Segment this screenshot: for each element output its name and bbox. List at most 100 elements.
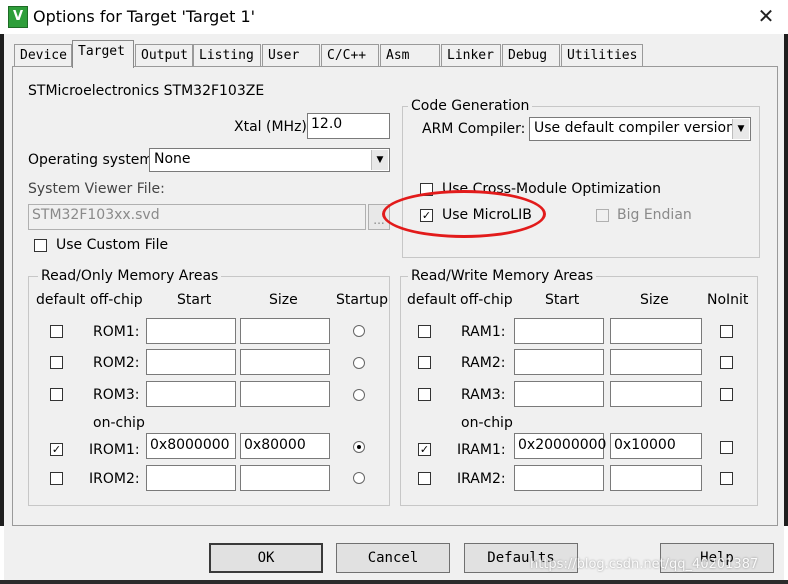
ram1-size-input[interactable] <box>610 318 702 344</box>
background-window-right-edge <box>784 34 788 526</box>
tab-listing[interactable]: Listing <box>193 44 261 66</box>
ram1-start-input[interactable] <box>514 318 604 344</box>
iram2-start-input[interactable] <box>514 465 604 491</box>
keil-app-icon: V <box>8 6 28 28</box>
ram-area-title: Read/Write Memory Areas <box>408 268 597 284</box>
window-title: Options for Target 'Target 1' <box>33 7 256 26</box>
rom-header-default: default <box>36 292 86 308</box>
ram2-default-checkbox[interactable] <box>418 356 431 369</box>
cancel-button[interactable]: Cancel <box>336 543 450 573</box>
iram1-noinit-checkbox[interactable] <box>720 441 733 454</box>
irom2-start-input[interactable] <box>146 465 236 491</box>
tab-debug[interactable]: Debug <box>502 44 560 66</box>
tab-asm[interactable]: Asm <box>380 44 440 66</box>
ram3-default-checkbox[interactable] <box>418 388 431 401</box>
irom1-start-input[interactable]: 0x8000000 <box>146 433 236 459</box>
use-custom-file-label: Use Custom File <box>56 237 169 253</box>
rom-header-size: Size <box>269 292 298 308</box>
rom2-default-checkbox[interactable] <box>50 356 63 369</box>
ram2-start-input[interactable] <box>514 349 604 375</box>
rom3-start-input[interactable] <box>146 381 236 407</box>
rom1-default-checkbox[interactable] <box>50 325 63 338</box>
chevron-down-icon[interactable]: ▼ <box>732 119 749 139</box>
rom2-label: ROM2: <box>93 355 140 371</box>
rom3-size-input[interactable] <box>240 381 330 407</box>
tab-linker[interactable]: Linker <box>441 44 501 66</box>
ram-onchip-label: on-chip <box>461 415 513 431</box>
iram1-size-input[interactable]: 0x10000 <box>610 433 702 459</box>
ram3-label: RAM3: <box>461 387 506 403</box>
microlib-highlight-circle <box>382 190 546 238</box>
irom2-size-input[interactable] <box>240 465 330 491</box>
tab-c-cpp[interactable]: C/C++ <box>321 44 379 66</box>
irom1-default-checkbox[interactable]: ✓ <box>50 443 63 456</box>
ram2-noinit-checkbox[interactable] <box>720 356 733 369</box>
big-endian-checkbox <box>596 209 609 222</box>
iram1-label: IRAM1: <box>457 442 506 458</box>
irom1-startup-radio[interactable] <box>353 441 365 453</box>
ram3-noinit-checkbox[interactable] <box>720 388 733 401</box>
ram1-noinit-checkbox[interactable] <box>720 325 733 338</box>
chevron-down-icon[interactable]: ▼ <box>371 150 388 170</box>
os-label: Operating system: <box>28 152 158 168</box>
ram3-start-input[interactable] <box>514 381 604 407</box>
ram-header-start: Start <box>545 292 580 308</box>
irom2-startup-radio[interactable] <box>353 472 365 484</box>
tab-output[interactable]: Output <box>135 44 193 66</box>
code-generation-title: Code Generation <box>408 98 533 114</box>
iram2-label: IRAM2: <box>457 471 506 487</box>
rom2-start-input[interactable] <box>146 349 236 375</box>
tab-device[interactable]: Device <box>14 44 72 66</box>
iram2-noinit-checkbox[interactable] <box>720 472 733 485</box>
device-name: STMicroelectronics STM32F103ZE <box>28 83 265 99</box>
ram1-default-checkbox[interactable] <box>418 325 431 338</box>
rom3-default-checkbox[interactable] <box>50 388 63 401</box>
ram2-label: RAM2: <box>461 355 506 371</box>
arm-compiler-select[interactable]: Use default compiler version ▼ <box>529 117 751 141</box>
background-window-bottom-edge <box>0 580 788 584</box>
ram-header-size: Size <box>640 292 669 308</box>
watermark-text: https://blog.csdn.net/qq_40201387 <box>530 557 759 572</box>
iram2-default-checkbox[interactable] <box>418 472 431 485</box>
rom2-startup-radio[interactable] <box>353 357 365 369</box>
os-select-value: None <box>154 151 191 167</box>
irom2-label: IROM2: <box>89 471 140 487</box>
big-endian-label: Big Endian <box>617 207 692 223</box>
rom1-label: ROM1: <box>93 324 140 340</box>
rom3-label: ROM3: <box>93 387 140 403</box>
rom1-start-input[interactable] <box>146 318 236 344</box>
ok-button[interactable]: OK <box>209 543 323 573</box>
tab-target[interactable]: Target <box>72 40 134 68</box>
rom3-startup-radio[interactable] <box>353 389 365 401</box>
rom-header-start: Start <box>177 292 212 308</box>
close-icon[interactable]: ✕ <box>752 4 780 28</box>
os-select[interactable]: None ▼ <box>149 148 390 172</box>
svd-input: STM32F103xx.svd <box>28 204 366 230</box>
rom1-size-input[interactable] <box>240 318 330 344</box>
irom2-default-checkbox[interactable] <box>50 472 63 485</box>
xtal-input[interactable]: 12.0 <box>307 113 390 139</box>
rom1-startup-radio[interactable] <box>353 325 365 337</box>
arm-compiler-value: Use default compiler version <box>534 120 735 136</box>
iram1-default-checkbox[interactable]: ✓ <box>418 443 431 456</box>
rom2-size-input[interactable] <box>240 349 330 375</box>
irom1-size-input[interactable]: 0x80000 <box>240 433 330 459</box>
tab-user[interactable]: User <box>262 44 320 66</box>
rom-onchip-label: on-chip <box>93 415 145 431</box>
arm-compiler-label: ARM Compiler: <box>422 121 526 137</box>
iram1-start-input[interactable]: 0x20000000 <box>514 433 606 459</box>
rom-header-offchip: off-chip <box>90 292 143 308</box>
iram2-size-input[interactable] <box>610 465 702 491</box>
ram3-size-input[interactable] <box>610 381 702 407</box>
rom-area-title: Read/Only Memory Areas <box>38 268 222 284</box>
ram-header-offchip: off-chip <box>460 292 513 308</box>
irom1-label: IROM1: <box>89 442 140 458</box>
rom-header-startup: Startup <box>336 292 388 308</box>
xtal-label: Xtal (MHz): <box>234 119 312 135</box>
ram-header-noinit: NoInit <box>707 292 749 308</box>
ram2-size-input[interactable] <box>610 349 702 375</box>
tab-utilities[interactable]: Utilities <box>561 44 643 66</box>
use-custom-file-checkbox[interactable] <box>34 239 47 252</box>
ram-header-default: default <box>407 292 457 308</box>
svd-label: System Viewer File: <box>28 181 165 197</box>
